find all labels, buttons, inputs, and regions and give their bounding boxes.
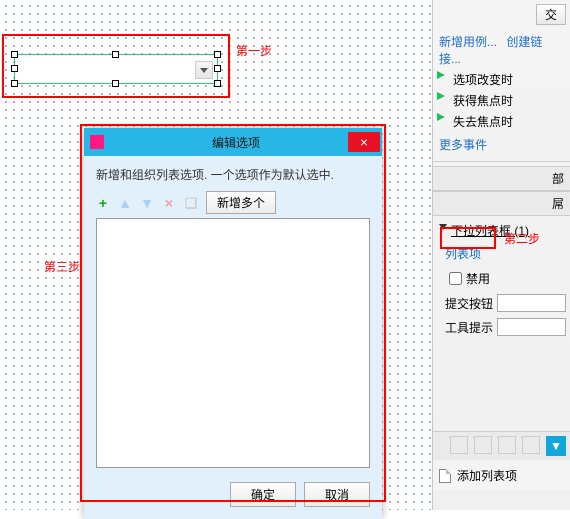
panel-header: 部: [433, 166, 570, 191]
dialog-toolbar: + ▲ ▼ × ❏ 新增多个: [96, 191, 370, 214]
event-selection-change[interactable]: 选项改变时: [433, 69, 570, 90]
arrow-icon: [437, 71, 445, 79]
copy-icon[interactable]: [450, 436, 468, 454]
submit-input[interactable]: [497, 294, 566, 312]
cancel-button[interactable]: 取消: [304, 482, 370, 507]
inspector-panel: 交 新增用例... 创建链接... 选项改变时 获得焦点时 失去焦点时 更多事件…: [432, 0, 570, 510]
tooltip-input[interactable]: [497, 318, 566, 336]
close-icon[interactable]: ×: [348, 132, 380, 152]
delete-icon[interactable]: ×: [162, 196, 176, 210]
resize-handle[interactable]: [112, 80, 119, 87]
annotation-step3: 第三步: [44, 258, 80, 275]
event-label: 选项改变时: [453, 73, 513, 87]
add-list-item-label: 添加列表项: [457, 467, 517, 484]
event-label: 失去焦点时: [453, 115, 513, 129]
annotation-box-2: [440, 227, 496, 249]
resize-handle[interactable]: [214, 65, 221, 72]
dialog-description: 新增和组织列表选项. 一个选项作为默认选中.: [96, 166, 370, 183]
resize-handle[interactable]: [11, 65, 18, 72]
chevron-down-icon[interactable]: [195, 61, 213, 79]
submit-label: 提交按钮: [445, 295, 497, 312]
paste-icon[interactable]: [474, 436, 492, 454]
arrow-up-icon[interactable]: ▲: [118, 196, 132, 210]
arrow-down-icon[interactable]: ▼: [140, 196, 154, 210]
move-down-icon[interactable]: [522, 436, 540, 454]
event-lost-focus[interactable]: 失去焦点时: [433, 111, 570, 132]
resize-handle[interactable]: [112, 51, 119, 58]
disabled-label: 禁用: [466, 270, 490, 287]
dialog-title: 编辑选项: [110, 134, 382, 151]
add-multiple-button[interactable]: 新增多个: [206, 191, 276, 214]
resize-handle[interactable]: [214, 51, 221, 58]
annotation-step2: 第二步: [504, 230, 540, 247]
move-up-icon[interactable]: [498, 436, 516, 454]
filter-icon[interactable]: ▼: [546, 436, 566, 456]
annotation-step1: 第一步: [236, 42, 272, 59]
panel-subheader: 屌: [433, 191, 570, 216]
duplicate-icon[interactable]: ❏: [184, 196, 198, 210]
resize-handle[interactable]: [11, 80, 18, 87]
submit-button-row: 提交按钮: [439, 291, 570, 315]
resize-handle[interactable]: [11, 51, 18, 58]
resize-handle[interactable]: [214, 80, 221, 87]
disabled-row: 禁用: [439, 266, 570, 291]
dialog-titlebar[interactable]: 编辑选项 ×: [84, 128, 382, 156]
tooltip-label: 工具提示: [445, 319, 497, 336]
arrow-icon: [437, 113, 445, 121]
disabled-checkbox[interactable]: [449, 272, 462, 285]
event-label: 获得焦点时: [453, 94, 513, 108]
inspector-toolbar: ▼: [433, 431, 570, 460]
page-icon: [439, 469, 451, 483]
edit-options-dialog: 编辑选项 × 新增和组织列表选项. 一个选项作为默认选中. + ▲ ▼ × ❏ …: [84, 128, 382, 519]
ok-button[interactable]: 确定: [230, 482, 296, 507]
add-list-item-row[interactable]: 添加列表项: [433, 461, 570, 490]
dropdown-widget[interactable]: [14, 54, 218, 84]
add-case-link[interactable]: 新增用例...: [439, 35, 497, 49]
app-icon: [90, 135, 104, 149]
options-listbox[interactable]: [96, 218, 370, 468]
interactions-button[interactable]: 交: [536, 4, 566, 25]
arrow-icon: [437, 92, 445, 100]
plus-icon[interactable]: +: [96, 196, 110, 210]
tooltip-row: 工具提示: [439, 315, 570, 339]
event-got-focus[interactable]: 获得焦点时: [433, 90, 570, 111]
more-events-link[interactable]: 更多事件: [433, 132, 570, 157]
